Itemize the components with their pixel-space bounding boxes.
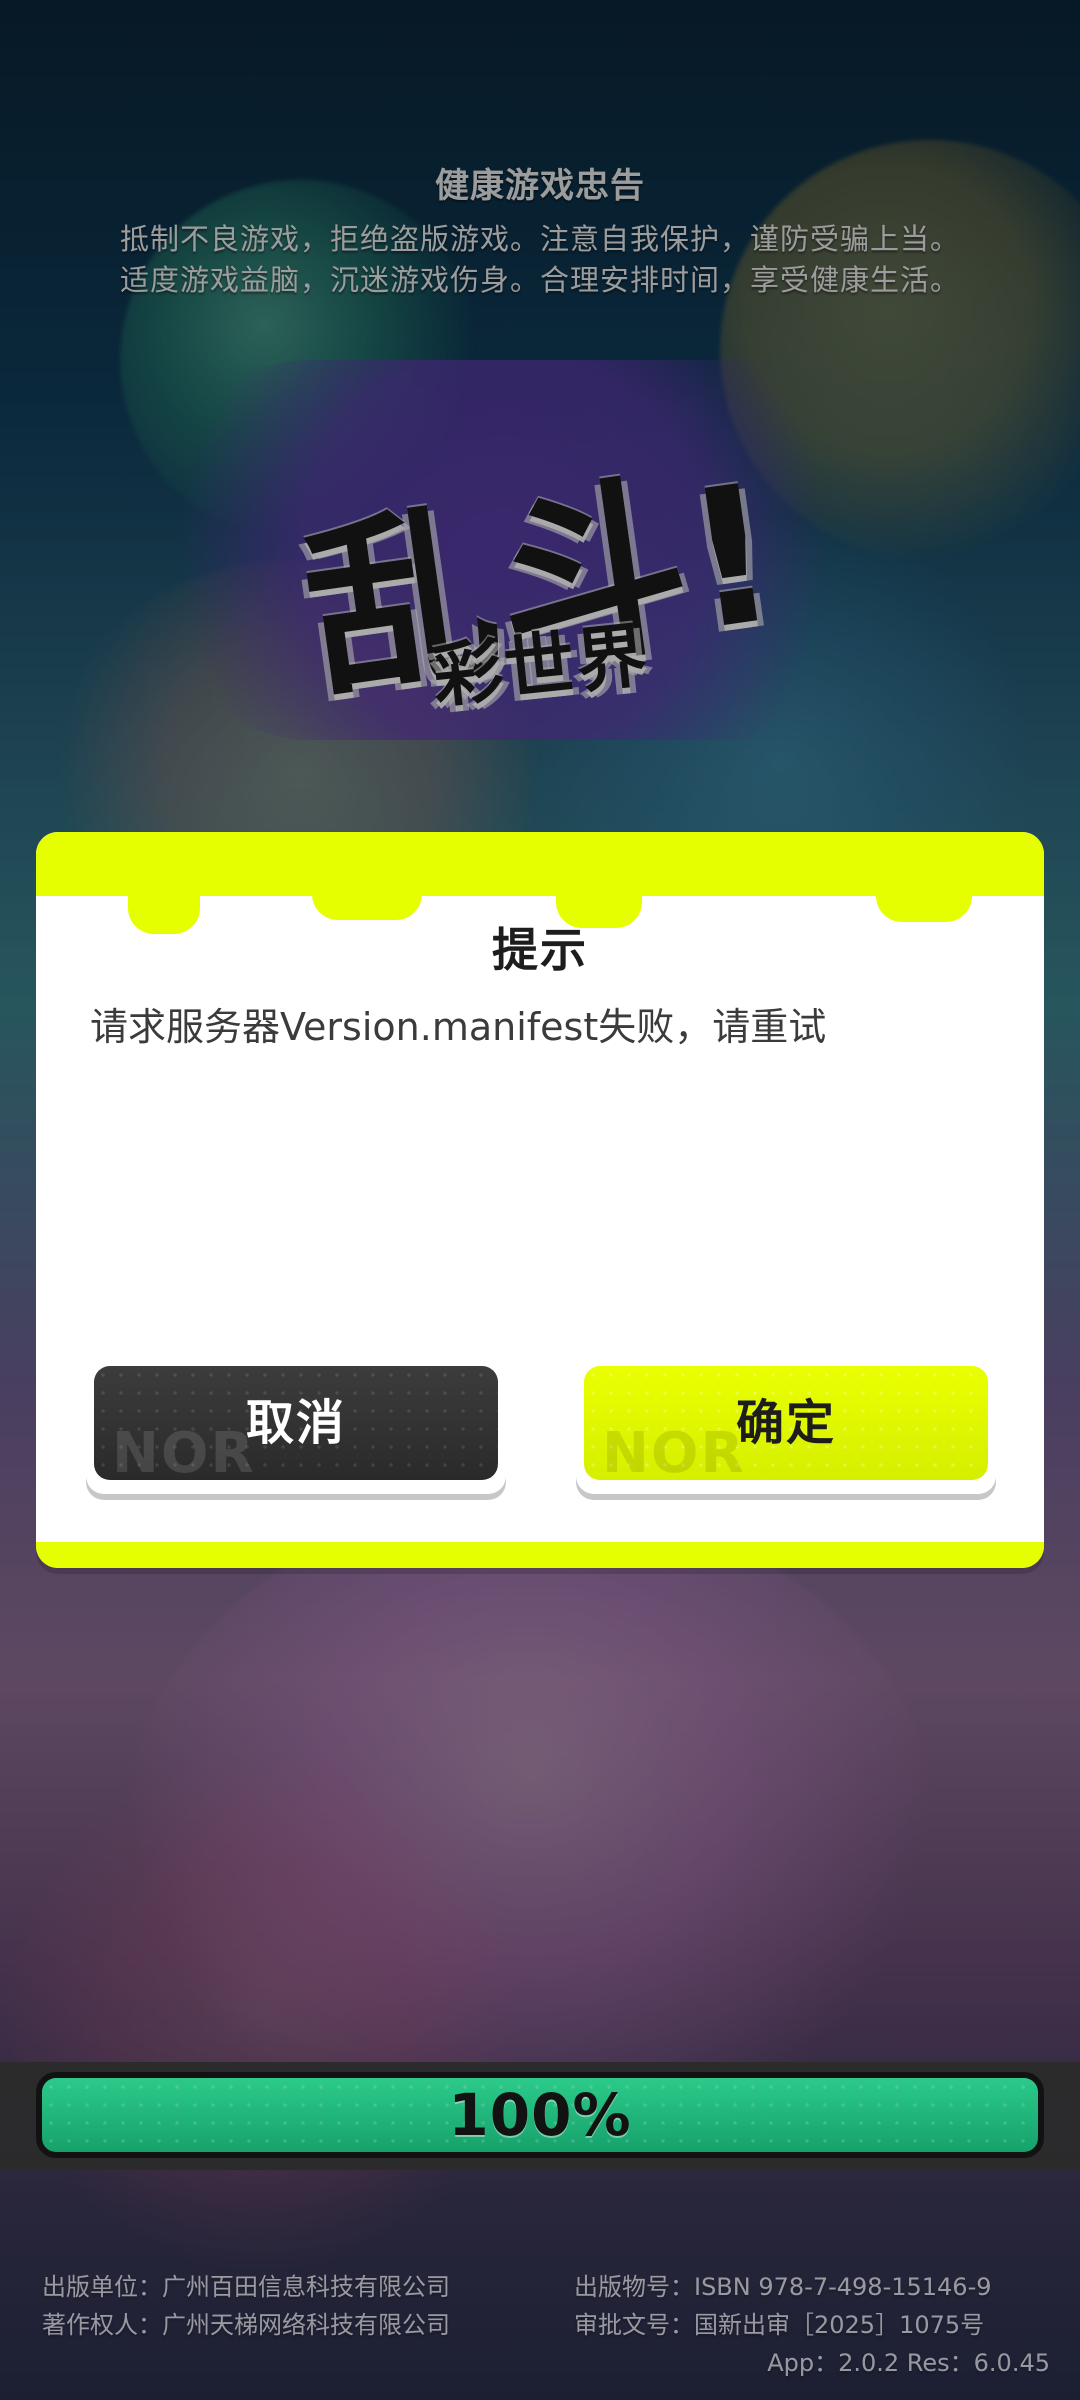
cancel-button-face[interactable]: NOR 取消 <box>94 1366 498 1480</box>
game-loading-screen: 健康游戏忠告 抵制不良游戏，拒绝盗版游戏。注意自我保护，谨防受骗上当。 适度游戏… <box>0 0 1080 2400</box>
dialog-message: 请求服务器Version.manifest失败，请重试 <box>90 1005 827 1049</box>
publication-number: 出版物号：ISBN 978-7-498-15146-9 <box>574 2273 992 2301</box>
confirm-button[interactable]: NOR 确定 <box>576 1358 996 1494</box>
dialog-title: 提示 <box>492 923 588 977</box>
publisher-unit: 出版单位：广州百田信息科技有限公司 <box>42 2273 450 2301</box>
progress-label: 100% <box>448 2081 632 2149</box>
copyright-holder: 著作权人：广州天梯网络科技有限公司 <box>42 2311 450 2339</box>
dialog-bottom-trim <box>36 1542 1044 1568</box>
confirm-button-face[interactable]: NOR 确定 <box>584 1366 988 1480</box>
loading-progress: 100% <box>0 2062 1080 2170</box>
cancel-button[interactable]: NOR 取消 <box>86 1358 506 1494</box>
footer-info: 出版单位：广州百田信息科技有限公司 著作权人：广州天梯网络科技有限公司 出版物号… <box>0 2268 1080 2400</box>
footer-left: 出版单位：广州百田信息科技有限公司 著作权人：广州天梯网络科技有限公司 <box>42 2268 562 2344</box>
version-info: App：2.0.2 Res：6.0.45 <box>767 2349 1050 2377</box>
footer-right: 出版物号：ISBN 978-7-498-15146-9 审批文号：国新出审［20… <box>574 2268 1044 2344</box>
alert-dialog: 提示 请求服务器Version.manifest失败，请重试 NOR 取消 NO… <box>36 832 1044 1568</box>
progress-track: 100% <box>36 2072 1044 2158</box>
cancel-button-label: 取消 <box>245 1395 346 1451</box>
confirm-button-label: 确定 <box>735 1395 836 1451</box>
approval-number: 审批文号：国新出审［2025］1075号 <box>574 2311 985 2339</box>
dialog-drip-decoration <box>312 868 422 920</box>
